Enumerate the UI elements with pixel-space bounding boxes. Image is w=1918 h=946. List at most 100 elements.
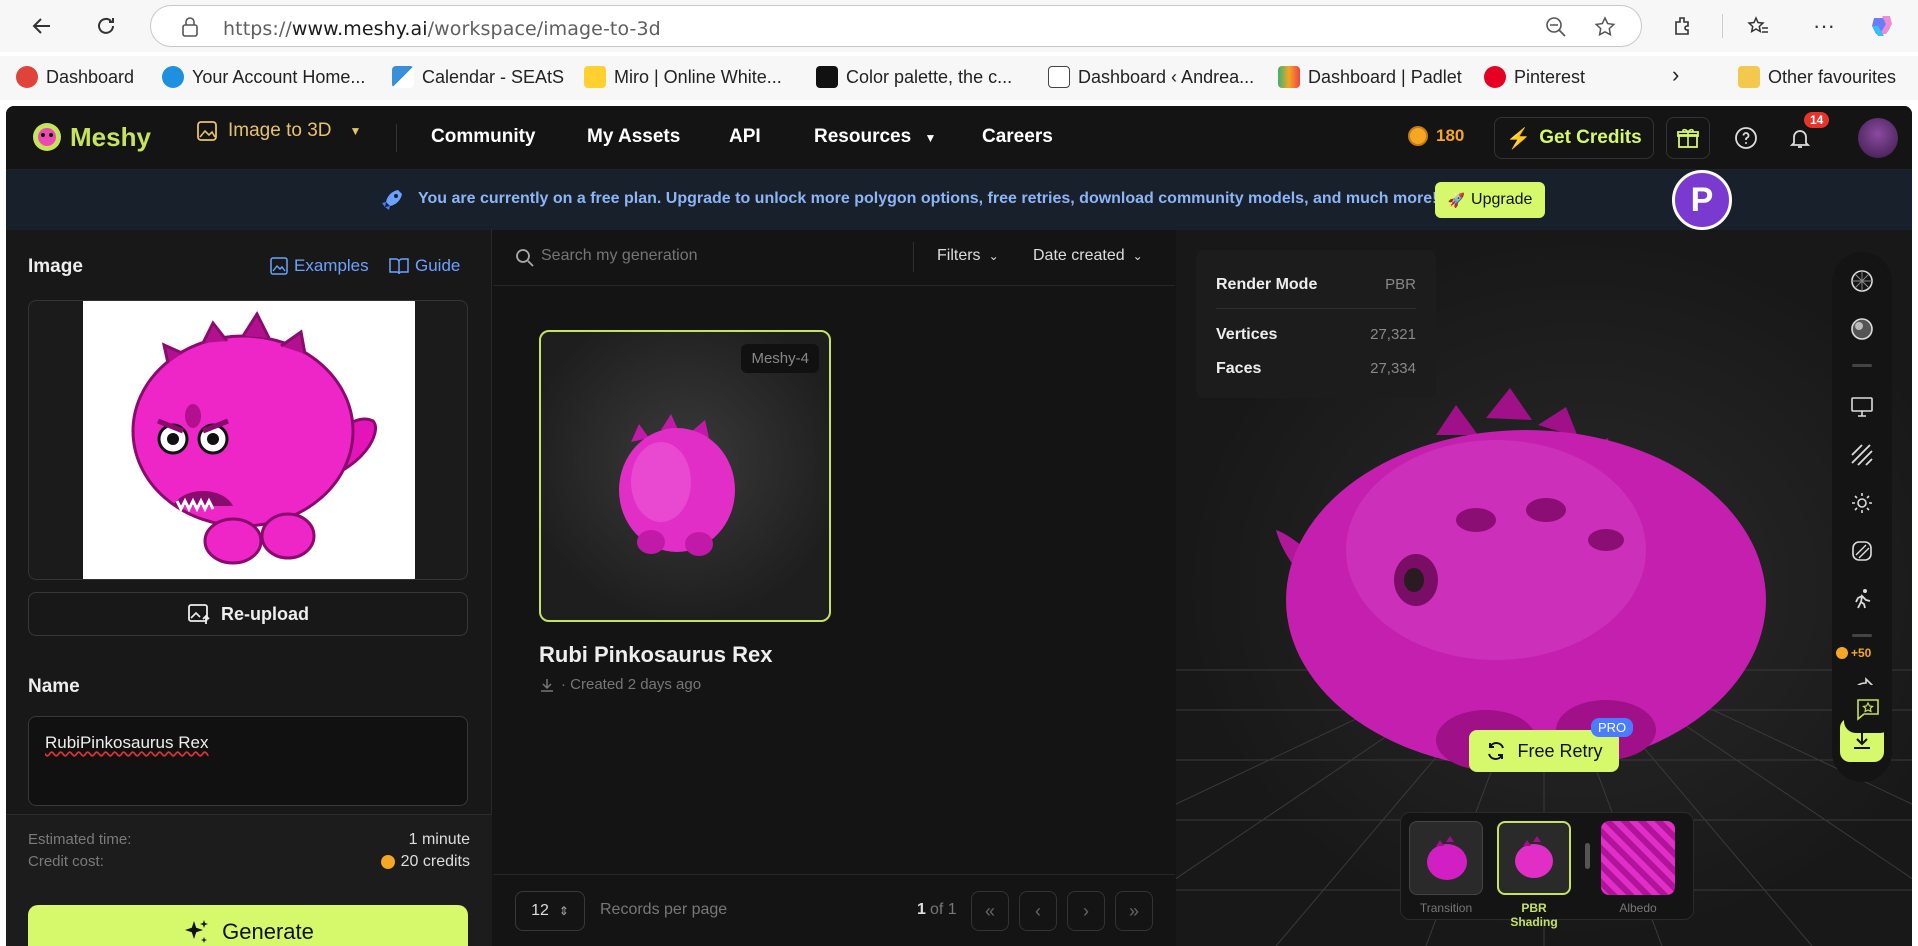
sort-label: Date created xyxy=(1033,247,1125,264)
per-page-label: Records per page xyxy=(600,901,728,918)
transition-label: Transition xyxy=(1419,901,1473,915)
first-page-button[interactable]: « xyxy=(971,891,1009,931)
generation-title[interactable]: Rubi Pinkosaurus Rex xyxy=(539,642,773,668)
3d-dinosaur-model xyxy=(1276,388,1766,770)
chevron-down-icon: ▼ xyxy=(924,131,937,145)
more-icon[interactable]: ··· xyxy=(1806,8,1842,44)
uploaded-image-box[interactable] xyxy=(28,300,468,580)
filters-dropdown[interactable]: Filters ⌄ xyxy=(937,247,999,265)
pbr-shading-thumbnail[interactable] xyxy=(1497,821,1571,895)
bookmarks-more-icon[interactable]: › xyxy=(1672,62,1679,88)
mode-label: Image to 3D xyxy=(228,120,332,141)
address-bar[interactable]: https://www.meshy.ai/workspace/image-to-… xyxy=(150,5,1642,47)
user-avatar[interactable] xyxy=(1858,118,1898,158)
guide-link[interactable]: Guide xyxy=(389,256,460,276)
nav-divider xyxy=(396,124,397,152)
book-icon xyxy=(389,258,409,275)
back-icon[interactable] xyxy=(24,8,60,44)
model-version-badge: Meshy-4 xyxy=(741,344,819,373)
texture-stripes-icon[interactable] xyxy=(1847,440,1877,470)
get-credits-label: Get Credits xyxy=(1539,127,1642,148)
nav-api[interactable]: API xyxy=(729,126,761,148)
animation-running-icon[interactable] xyxy=(1847,584,1877,614)
favorites-icon[interactable] xyxy=(1740,8,1776,44)
reupload-button[interactable]: Re-upload xyxy=(28,592,468,636)
download-icon[interactable] xyxy=(539,677,555,693)
coin-icon xyxy=(380,855,395,869)
shaded-sphere-icon[interactable] xyxy=(1847,314,1877,344)
bookmark-padlet[interactable]: Dashboard | Padlet xyxy=(1278,66,1462,88)
meshy-logo[interactable]: Meshy xyxy=(30,120,151,154)
bookmark-miro[interactable]: Miro | Online White... xyxy=(584,66,782,88)
bookmark-calendar[interactable]: Calendar - SEAtS xyxy=(392,66,564,88)
wireframe-sphere-icon[interactable] xyxy=(1847,266,1877,296)
padlet-icon xyxy=(1278,66,1300,88)
bookmark-dashboard-andrea[interactable]: Dashboard ‹ Andrea... xyxy=(1048,66,1254,88)
zoom-out-icon[interactable] xyxy=(1545,16,1567,38)
last-page-button[interactable]: » xyxy=(1115,891,1153,931)
credits-balance[interactable]: 180 xyxy=(1408,126,1464,146)
examples-link[interactable]: Examples xyxy=(270,256,369,276)
copilot-icon[interactable] xyxy=(1864,8,1900,44)
model-viewer[interactable]: Render Mode PBR Vertices 27,321 Faces 27… xyxy=(1176,230,1912,946)
bookmarks-bar: Dashboard Your Account Home... Calendar … xyxy=(0,56,1918,100)
help-icon[interactable] xyxy=(1734,126,1758,155)
material-icon[interactable] xyxy=(1847,536,1877,566)
gift-button[interactable] xyxy=(1666,117,1710,159)
share-bonus-badge: +50 xyxy=(1836,646,1871,660)
coin-icon xyxy=(1836,647,1848,659)
generation-settings-panel: Image Examples Guide Re-upload Name Rubi… xyxy=(6,230,492,946)
search-icon xyxy=(516,249,534,267)
lighting-sun-icon[interactable] xyxy=(1847,488,1877,518)
bookmark-account-home[interactable]: Your Account Home... xyxy=(162,66,365,88)
bookmark-dashboard[interactable]: Dashboard xyxy=(16,66,134,88)
refresh-icon[interactable] xyxy=(88,8,124,44)
nav-my-assets[interactable]: My Assets xyxy=(587,126,680,148)
per-page-select[interactable]: 12 ⇕ xyxy=(515,891,585,931)
transition-thumbnail[interactable] xyxy=(1409,821,1483,895)
favorite-star-icon[interactable] xyxy=(1593,15,1617,39)
feedback-star-icon xyxy=(1857,699,1879,721)
mode-selector[interactable]: Image to 3D ▼ xyxy=(196,120,361,142)
sort-dropdown[interactable]: Date created ⌄ xyxy=(1033,247,1143,265)
name-input[interactable]: RubiPinkosaurus Rex xyxy=(28,716,468,806)
notifications-bell-icon[interactable] xyxy=(1788,126,1812,155)
bonus-credits: +50 xyxy=(1851,646,1872,660)
render-stats-panel: Render Mode PBR Vertices 27,321 Faces 27… xyxy=(1196,250,1436,398)
nav-resources[interactable]: Resources ▼ xyxy=(814,126,936,148)
vertices-value: 27,321 xyxy=(1370,326,1416,343)
estimated-time-label: Estimated time: xyxy=(28,831,132,848)
generation-card[interactable]: Meshy-4 xyxy=(539,330,831,622)
get-credits-button[interactable]: ⚡ Get Credits xyxy=(1494,117,1654,159)
guide-label: Guide xyxy=(415,256,461,275)
lock-icon xyxy=(182,17,198,37)
prev-page-button[interactable]: ‹ xyxy=(1019,891,1057,931)
generate-footer: Estimated time: 1 minute Credit cost: 20… xyxy=(6,814,492,946)
chevron-down-icon: ▼ xyxy=(349,124,362,138)
generate-button[interactable]: Generate xyxy=(28,905,468,946)
search-input[interactable] xyxy=(541,247,881,265)
bookmark-other-favourites[interactable]: Other favourites xyxy=(1738,66,1896,88)
image-icon xyxy=(197,121,217,141)
feedback-button[interactable] xyxy=(1844,685,1892,733)
monitor-icon[interactable] xyxy=(1847,392,1877,422)
albedo-thumbnail[interactable] xyxy=(1601,821,1675,895)
image-section-label: Image xyxy=(28,256,83,277)
per-page-value: 12 xyxy=(531,902,549,919)
double-chevron-left-icon: « xyxy=(984,900,995,921)
toolbar-separator xyxy=(1852,634,1872,637)
extension-overlay-icon[interactable]: P xyxy=(1672,170,1732,230)
vertices-label: Vertices xyxy=(1216,326,1278,343)
upgrade-button[interactable]: 🚀 Upgrade xyxy=(1435,182,1545,218)
nav-careers[interactable]: Careers xyxy=(982,126,1053,148)
extensions-icon[interactable] xyxy=(1666,8,1702,44)
next-page-button[interactable]: › xyxy=(1067,891,1105,931)
double-chevron-right-icon: » xyxy=(1128,900,1139,921)
bookmark-color-palette[interactable]: Color palette, the c... xyxy=(816,66,1012,88)
model-thumbnail xyxy=(619,414,735,556)
updown-chevron-icon: ⇕ xyxy=(558,904,569,918)
nav-community[interactable]: Community xyxy=(431,126,536,148)
bookmark-pinterest[interactable]: Pinterest xyxy=(1484,66,1585,88)
pink-dinosaur-illustration xyxy=(131,310,377,565)
chevron-left-icon: ‹ xyxy=(1035,900,1041,921)
